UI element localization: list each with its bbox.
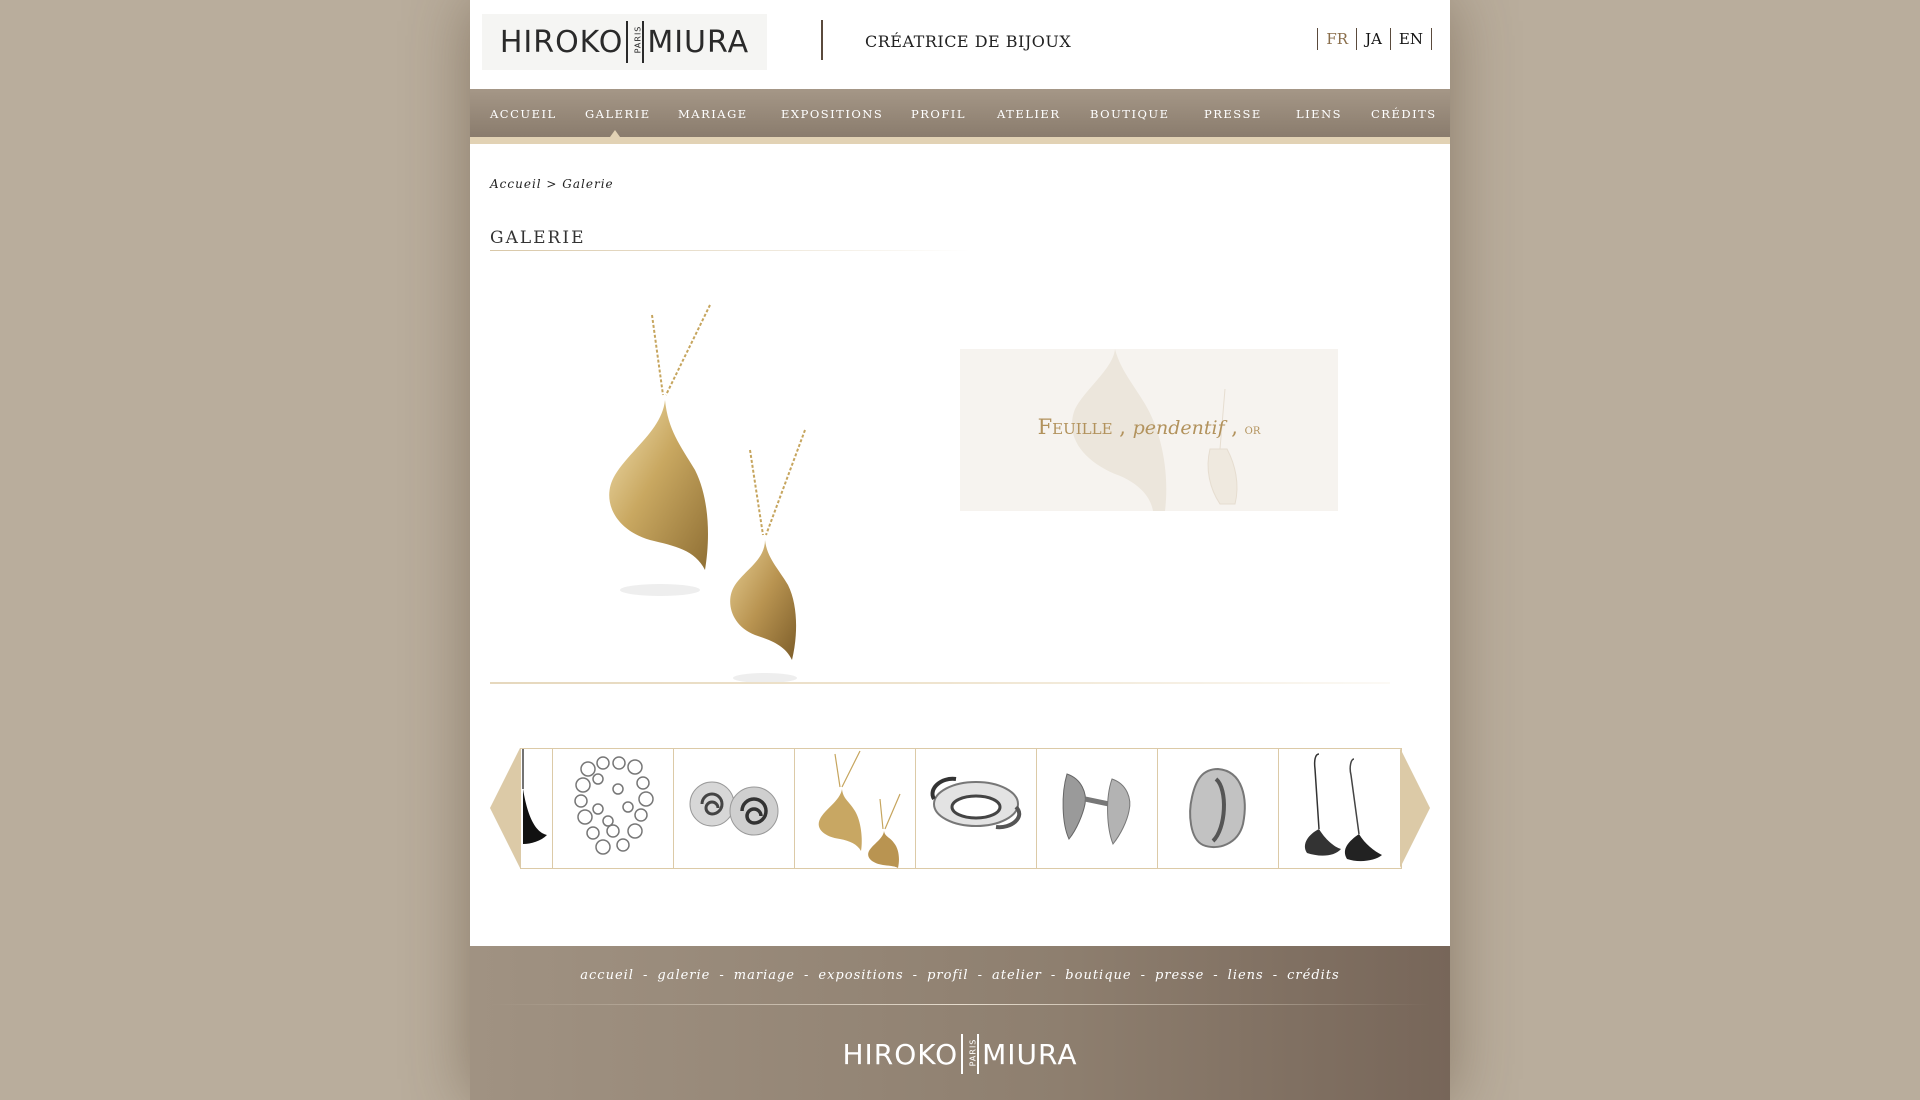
footer-link-atelier[interactable]: atelier (992, 968, 1042, 983)
lang-en[interactable]: EN (1389, 28, 1432, 50)
main-product-photo (609, 304, 806, 683)
lang-fr[interactable]: FR (1317, 28, 1356, 50)
silver-ring-thumb[interactable] (916, 749, 1037, 868)
product-type: pendentif (1132, 417, 1225, 439)
nav-item-liens[interactable]: LIENS (1296, 89, 1342, 137)
caption-separator: , (1112, 415, 1133, 439)
footer-separator: - (912, 968, 919, 983)
dark-drop-earrings-thumb[interactable] (1279, 749, 1400, 868)
footer: accueil - galerie - mariage - expositions - prof… (470, 946, 1450, 1100)
site-logo[interactable]: HIROKO PARIS MIURA (482, 14, 767, 70)
header: HIROKO PARIS MIURA CRÉATRICE DE BIJOUX F… (470, 0, 1450, 89)
nav-item-profil[interactable]: PROFIL (911, 89, 966, 137)
logo-wordmark: HIROKO PARIS MIURA (500, 21, 749, 63)
footer-link-boutique[interactable]: boutique (1065, 968, 1131, 983)
product-material: or (1244, 422, 1261, 438)
footer-link-expositions[interactable]: expositions (818, 968, 903, 983)
footer-divider (490, 1004, 1430, 1005)
footer-logo-paris-text: PARIS (968, 1038, 978, 1067)
page-title: GALERIE (490, 228, 586, 248)
nav-item-accueil[interactable]: ACCUEIL (490, 89, 557, 137)
silver-chain-necklace-thumb[interactable] (553, 749, 674, 868)
product-name: Feuille (1037, 415, 1113, 439)
nav-item-boutique[interactable]: BOUTIQUE (1090, 89, 1170, 137)
silver-ring-round-thumb[interactable] (1158, 749, 1279, 868)
main-nav: ACCUEIL GALERIE MARIAGE EXPOSITIONS PROF… (470, 89, 1450, 137)
footer-separator: - (1213, 968, 1219, 983)
footer-separator: - (1140, 968, 1146, 983)
footer-link-mariage[interactable]: mariage (734, 968, 795, 983)
gold-leaf-pendants-thumb[interactable] (795, 749, 916, 868)
nav-item-presse[interactable]: PRESSE (1204, 89, 1262, 137)
footer-logo-left-text: HIROKO (842, 1037, 959, 1071)
page: HIROKO PARIS MIURA CRÉATRICE DE BIJOUX F… (470, 0, 1450, 1100)
nav-item-atelier[interactable]: ATELIER (997, 89, 1060, 137)
carousel-prev-arrow-icon[interactable] (490, 748, 520, 868)
header-divider (821, 20, 823, 60)
lang-ja[interactable]: JA (1356, 28, 1390, 50)
footer-separator: - (977, 968, 983, 983)
footer-separator: - (1050, 968, 1057, 983)
content-divider (490, 682, 1390, 684)
logo-paris-text: PARIS (633, 25, 643, 54)
footer-link-credits[interactable]: crédits (1287, 968, 1340, 983)
footer-link-galerie[interactable]: galerie (657, 968, 710, 983)
footer-link-accueil[interactable]: accueil (580, 968, 634, 983)
nav-item-credits[interactable]: CRÉDITS (1371, 89, 1437, 137)
logo-right-text: MIURA (647, 24, 750, 60)
thumbnail-carousel (490, 748, 1430, 869)
footer-logo-separator: PARIS (961, 1034, 980, 1074)
tagline: CRÉATRICE DE BIJOUX (865, 32, 1072, 51)
breadcrumb: Accueil > Galerie (490, 177, 614, 191)
logo-left-text: HIROKO (499, 24, 624, 60)
footer-separator: - (642, 968, 649, 983)
footer-separator: - (1272, 968, 1279, 983)
footer-link-liens[interactable]: liens (1228, 968, 1264, 983)
silver-cufflinks-thumb[interactable] (1037, 749, 1158, 868)
footer-separator: - (719, 968, 725, 983)
black-earring-partial-thumb[interactable] (521, 749, 553, 868)
footer-logo[interactable]: HIROKO PARIS MIURA (470, 1034, 1450, 1074)
footer-separator: - (804, 968, 810, 983)
caption-panel: Feuille , pendentif , or (960, 349, 1338, 511)
logo-separator: PARIS (626, 21, 645, 63)
nav-underline (470, 137, 1450, 144)
carousel-next-arrow-icon[interactable] (1400, 748, 1430, 868)
footer-links: accueil - galerie - mariage - expositions - prof… (470, 968, 1450, 983)
silver-spiral-earrings-thumb[interactable] (674, 749, 795, 868)
caption-separator: , (1224, 415, 1245, 439)
active-nav-caret-icon (610, 130, 620, 137)
language-switcher: FR JA EN (1317, 28, 1432, 50)
product-caption: Feuille , pendentif , or (960, 415, 1338, 439)
footer-logo-right-text: MIURA (982, 1037, 1078, 1071)
nav-item-expositions[interactable]: EXPOSITIONS (781, 89, 883, 137)
footer-logo-wordmark: HIROKO PARIS MIURA (842, 1034, 1077, 1074)
footer-link-profil[interactable]: profil (927, 968, 969, 983)
footer-link-presse[interactable]: presse (1155, 968, 1204, 983)
thumbnail-strip (520, 748, 1402, 869)
nav-item-mariage[interactable]: MARIAGE (678, 89, 748, 137)
title-underline (490, 250, 970, 251)
